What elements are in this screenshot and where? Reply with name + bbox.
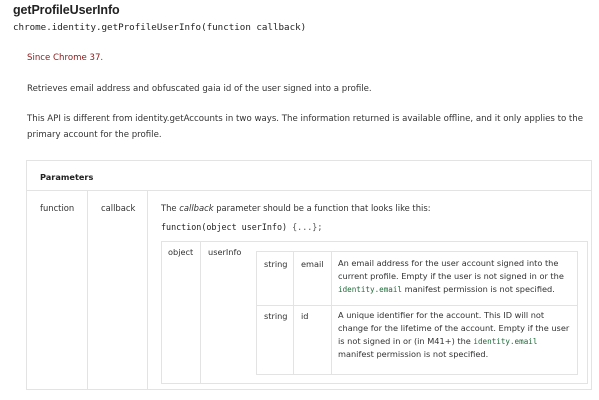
- description-paragraph: Retrieves email address and obfuscated g…: [27, 84, 372, 94]
- property-name: email: [301, 259, 324, 269]
- desc-emphasis: callback: [179, 203, 214, 213]
- property-name: id: [301, 311, 309, 321]
- row-divider: [257, 305, 577, 306]
- parameters-heading: Parameters: [40, 172, 94, 182]
- property-description: A unique identifier for the account. Thi…: [338, 309, 572, 361]
- column-divider: [331, 252, 332, 374]
- object-type: object: [168, 247, 194, 257]
- code-body: {...};: [287, 222, 323, 232]
- description-paragraph: This API is different from identity.getA…: [27, 114, 584, 140]
- parameters-header: Parameters: [27, 161, 591, 191]
- property-type: string: [264, 311, 288, 321]
- column-divider: [293, 252, 294, 374]
- desc-text: manifest permission is not specified.: [338, 349, 489, 359]
- property-description: An email address for the user account si…: [338, 257, 572, 296]
- desc-text: An email address for the user account si…: [338, 258, 564, 281]
- column-divider: [147, 191, 148, 389]
- properties-table: string email An email address for the us…: [256, 251, 578, 375]
- permission-code: identity.email: [473, 337, 538, 346]
- desc-text: The: [161, 203, 180, 213]
- callback-code: function(object userInfo) {...};: [161, 222, 322, 232]
- column-divider: [200, 242, 201, 383]
- permission-code: identity.email: [338, 285, 403, 294]
- desc-text: manifest permission is not specified.: [402, 284, 555, 294]
- since-version: Since Chrome 37.: [27, 53, 104, 63]
- page-title: getProfileUserInfo: [13, 3, 120, 17]
- desc-text: parameter should be a function that look…: [213, 203, 431, 213]
- param-type: function: [40, 203, 75, 213]
- param-description: The callback parameter should be a funct…: [161, 203, 431, 213]
- column-divider: [87, 191, 88, 389]
- object-table: object userInfo string email An email ad…: [161, 241, 588, 384]
- param-name: callback: [101, 203, 136, 213]
- code-signature: function(object userInfo): [161, 222, 288, 232]
- method-signature: chrome.identity.getProfileUserInfo(funct…: [13, 22, 307, 33]
- object-name: userInfo: [208, 247, 242, 257]
- property-type: string: [264, 259, 288, 269]
- parameters-table: Parameters function callback The callbac…: [26, 160, 592, 390]
